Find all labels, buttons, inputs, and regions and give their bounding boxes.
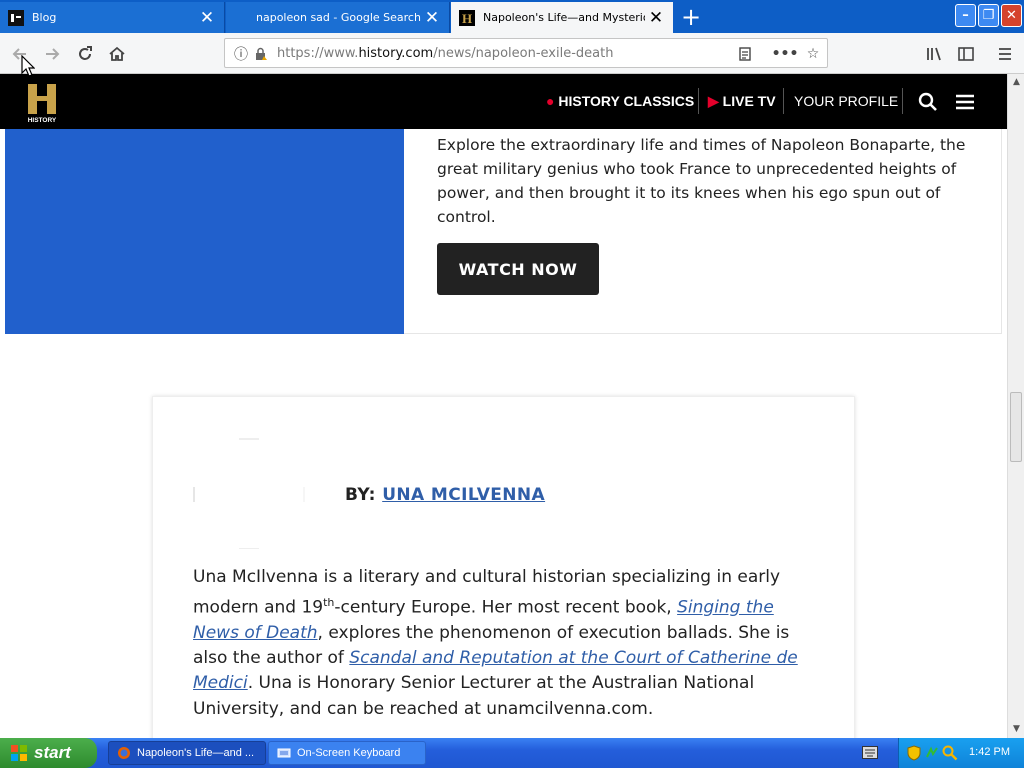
windows-flag-icon bbox=[11, 745, 27, 761]
tab-napoleon-active[interactable]: H Napoleon's Life—and Mysterious D ✕ bbox=[451, 2, 673, 33]
network-icon[interactable] bbox=[925, 745, 939, 761]
library-button[interactable] bbox=[922, 42, 946, 66]
scroll-down-icon[interactable]: ▼ bbox=[1011, 724, 1022, 735]
page-actions-icon[interactable]: ••• bbox=[772, 44, 799, 64]
bio-superscript: th bbox=[323, 596, 335, 610]
taskbar-button-label: Napoleon's Life—and ... bbox=[137, 747, 255, 759]
url-bar[interactable]: ⓘ https://www.history.com/news/napoleon-… bbox=[224, 38, 828, 68]
scroll-up-icon[interactable]: ▲ bbox=[1011, 77, 1022, 88]
new-tab-button[interactable]: + bbox=[676, 2, 706, 32]
navigation-toolbar: ⓘ https://www.history.com/news/napoleon-… bbox=[0, 33, 1024, 74]
start-button[interactable]: start bbox=[0, 738, 97, 768]
start-label: start bbox=[34, 743, 71, 762]
promo-panel: Explore the extraordinary life and times… bbox=[404, 129, 1002, 334]
home-button[interactable] bbox=[105, 42, 129, 66]
page-scrollbar[interactable]: ▲ ▼ bbox=[1007, 74, 1024, 738]
live-tv-label: LIVE TV bbox=[722, 93, 776, 109]
nav-divider bbox=[902, 88, 903, 114]
forward-button[interactable] bbox=[40, 42, 64, 66]
tab-title: napoleon sad - Google Search bbox=[256, 11, 421, 24]
author-avatar bbox=[193, 438, 305, 549]
site-header: HISTORY ● HISTORY CLASSICS ▶ LIVE TV YOU… bbox=[0, 74, 1007, 129]
tab-title: Blog bbox=[32, 11, 57, 24]
site-menu-icon[interactable] bbox=[955, 93, 975, 111]
tab-google-search[interactable]: napoleon sad - Google Search ✕ bbox=[226, 2, 450, 33]
close-window-button[interactable]: ✕ bbox=[1001, 4, 1022, 27]
close-tab-icon[interactable]: ✕ bbox=[196, 7, 218, 29]
url-domain: history.com bbox=[358, 46, 434, 61]
mouse-cursor-icon bbox=[21, 55, 35, 77]
scrollbar-thumb[interactable] bbox=[1010, 392, 1022, 462]
history-logo-icon[interactable]: HISTORY bbox=[25, 82, 59, 124]
history-favicon-icon: H bbox=[459, 9, 475, 26]
promo-description: Explore the extraordinary life and times… bbox=[437, 136, 966, 226]
tab-blog[interactable]: Blog ✕ bbox=[0, 2, 225, 33]
reader-view-icon[interactable] bbox=[735, 44, 755, 64]
bio-text: . Una is Honorary Senior Lecturer at the… bbox=[193, 673, 755, 719]
library-icon bbox=[927, 47, 941, 61]
browser-tab-strip: Blog ✕ napoleon sad - Google Search ✕ H … bbox=[0, 0, 1024, 33]
your-profile-link[interactable]: YOUR PROFILE bbox=[794, 93, 898, 109]
url-prefix: https://www. bbox=[277, 46, 359, 61]
play-icon: ▶ bbox=[708, 93, 719, 109]
author-byline: BY: UNA MCILVENNA bbox=[345, 485, 545, 505]
nav-divider bbox=[698, 88, 699, 114]
windows-taskbar: start Napoleon's Life—and ... On-Screen … bbox=[0, 738, 1024, 768]
firefox-icon bbox=[118, 747, 130, 759]
close-tab-icon[interactable]: ✕ bbox=[645, 7, 667, 29]
author-name-link[interactable]: UNA MCILVENNA bbox=[382, 485, 545, 505]
history-classics-link[interactable]: ● HISTORY CLASSICS bbox=[546, 93, 694, 109]
taskbar-clock[interactable]: 1:42 PM bbox=[969, 746, 1010, 758]
watch-now-button[interactable]: WATCH NOW bbox=[437, 243, 599, 295]
reload-icon bbox=[79, 46, 92, 60]
url-text[interactable]: https://www.history.com/news/napoleon-ex… bbox=[277, 46, 613, 61]
live-tv-link[interactable]: ▶ LIVE TV bbox=[708, 93, 776, 110]
taskbar-firefox-window[interactable]: Napoleon's Life—and ... bbox=[108, 741, 266, 765]
maximize-button[interactable]: ❐ bbox=[978, 4, 999, 27]
menu-button[interactable] bbox=[993, 42, 1017, 66]
taskbar-button-label: On-Screen Keyboard bbox=[297, 747, 401, 759]
system-tray: 1:42 PM bbox=[898, 738, 1024, 768]
home-icon bbox=[109, 46, 125, 61]
close-tab-icon[interactable]: ✕ bbox=[421, 7, 443, 29]
info-icon[interactable]: ⓘ bbox=[231, 44, 251, 64]
taskbar-onscreen-keyboard[interactable]: On-Screen Keyboard bbox=[268, 741, 426, 765]
author-bio: Una McIlvenna is a literary and cultural… bbox=[193, 565, 823, 722]
video-thumbnail[interactable] bbox=[5, 129, 404, 334]
keyboard-icon bbox=[277, 748, 291, 758]
lock-warning-icon[interactable] bbox=[251, 44, 271, 64]
blog-favicon-icon bbox=[8, 9, 24, 26]
by-label: BY: bbox=[345, 485, 376, 505]
red-dot-icon: ● bbox=[546, 93, 555, 109]
magnifier-icon[interactable] bbox=[942, 745, 958, 761]
search-icon[interactable] bbox=[918, 92, 938, 112]
svg-text:HISTORY: HISTORY bbox=[28, 117, 57, 124]
bio-text: -century Europe. Her most recent book, bbox=[334, 597, 678, 618]
nav-divider bbox=[783, 88, 784, 114]
forward-arrow-icon bbox=[46, 48, 60, 60]
minimize-button[interactable]: – bbox=[955, 4, 976, 27]
history-classics-label: HISTORY CLASSICS bbox=[558, 93, 695, 109]
reload-button[interactable] bbox=[73, 42, 97, 66]
window-controls: – ❐ ✕ bbox=[955, 4, 1022, 27]
tab-title: Napoleon's Life—and Mysterious D bbox=[483, 11, 645, 24]
security-shield-icon[interactable] bbox=[907, 745, 921, 761]
author-card: BY: UNA MCILVENNA Una McIlvenna is a lit… bbox=[152, 396, 855, 738]
language-keyboard-icon[interactable] bbox=[862, 746, 878, 759]
url-path: /news/napoleon-exile-death bbox=[433, 46, 614, 61]
sidebar-button[interactable] bbox=[954, 42, 978, 66]
sidebar-icon bbox=[958, 47, 974, 61]
svg-text:H: H bbox=[462, 11, 472, 26]
screen: Blog ✕ napoleon sad - Google Search ✕ H … bbox=[0, 0, 1024, 768]
bookmark-star-icon[interactable]: ☆ bbox=[803, 44, 823, 64]
hamburger-menu-icon bbox=[999, 48, 1011, 60]
web-page: HISTORY ● HISTORY CLASSICS ▶ LIVE TV YOU… bbox=[0, 74, 1007, 738]
